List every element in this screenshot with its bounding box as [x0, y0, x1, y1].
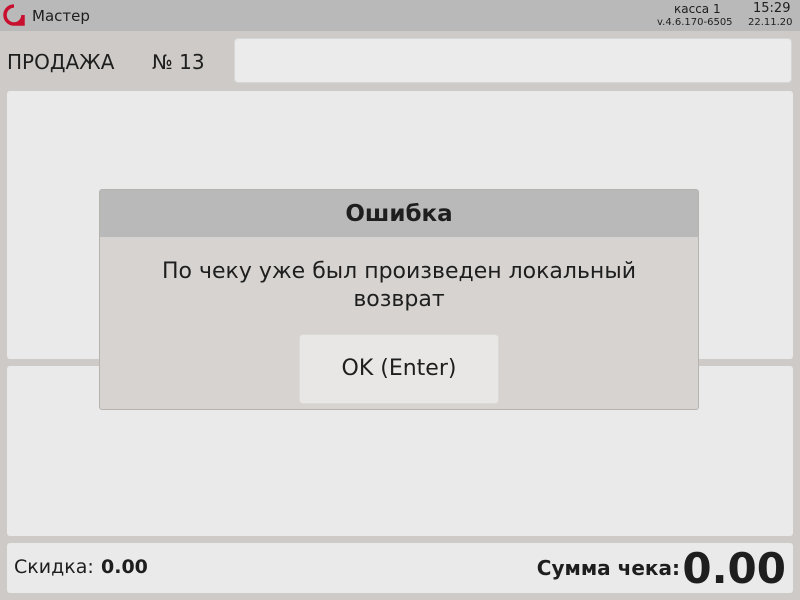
title-bar: Мастер касса 1 15:29 v.4.6.170-6505 22.1…: [0, 0, 800, 31]
product-search-input[interactable]: [234, 38, 792, 83]
total-label: Сумма чека:: [536, 556, 680, 580]
dialog-message: По чеку уже был произведен локальный воз…: [162, 259, 636, 312]
error-dialog: Ошибка По чеку уже был произведен локаль…: [99, 189, 699, 410]
discount-label: Скидка:: [14, 556, 94, 578]
dialog-title: Ошибка: [100, 190, 698, 237]
app-logo-icon: [3, 4, 25, 26]
register-name: касса 1: [674, 2, 721, 16]
receipt-number: № 13: [152, 50, 205, 74]
app-title: Мастер: [32, 7, 90, 25]
clock: 15:29: [753, 1, 791, 16]
date-label: 22.11.20: [748, 17, 793, 28]
total-value: 0.00: [682, 544, 786, 593]
version-label: v.4.6.170-6505: [657, 17, 733, 28]
discount-value: 0.00: [101, 556, 148, 578]
totals-bar: Скидка: 0.00 Сумма чека: 0.00: [7, 543, 793, 593]
ok-button[interactable]: OK (Enter): [299, 334, 499, 404]
sale-mode-label: ПРОДАЖА: [7, 50, 115, 74]
